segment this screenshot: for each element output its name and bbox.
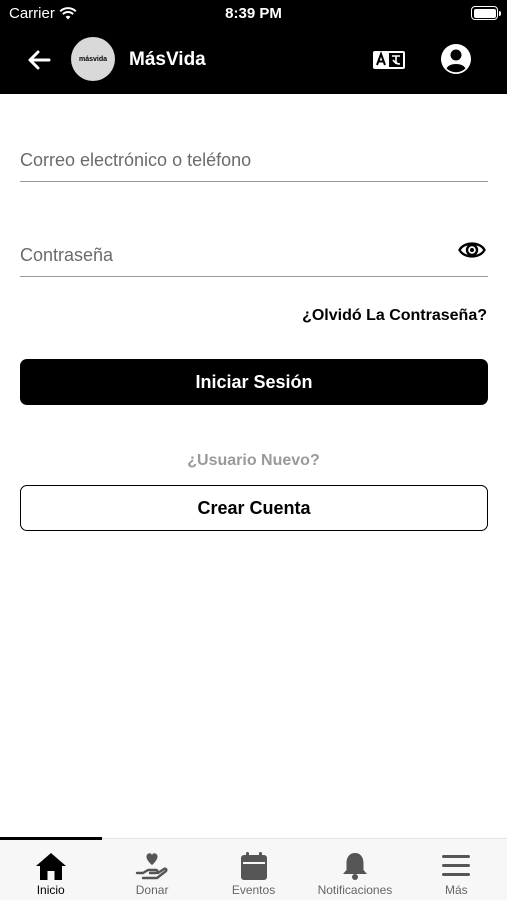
translate-icon — [373, 51, 405, 69]
tab-donar[interactable]: Donar — [101, 839, 202, 900]
back-button[interactable] — [24, 46, 54, 74]
translate-button[interactable] — [372, 48, 406, 72]
forgot-password-link[interactable]: ¿Olvidó La Contraseña? — [302, 307, 487, 325]
account-button[interactable] — [440, 43, 472, 75]
tab-eventos[interactable]: Eventos — [203, 839, 304, 900]
login-button[interactable]: Iniciar Sesión — [20, 359, 488, 405]
tab-label: Donar — [135, 883, 169, 897]
tab-label: Notificaciones — [317, 883, 393, 897]
new-user-label: ¿Usuario Nuevo? — [187, 452, 320, 469]
tab-inicio[interactable]: Inicio — [0, 839, 101, 900]
account-icon — [441, 44, 471, 74]
battery-icon — [471, 6, 501, 20]
app-logo: másvida — [71, 37, 115, 81]
back-arrow-icon — [28, 50, 51, 70]
password-field — [20, 229, 488, 277]
tab-bar: Inicio Donar Eventos Notificaciones Más — [0, 837, 507, 900]
email-input[interactable] — [20, 150, 450, 171]
active-tab-indicator — [0, 837, 102, 840]
tab-label: Más — [444, 883, 468, 897]
page-title: MásVida — [129, 49, 206, 70]
nav-bar: másvida MásVida — [0, 36, 507, 84]
bell-icon — [342, 853, 367, 880]
show-password-button[interactable] — [458, 236, 486, 264]
email-field — [20, 134, 488, 182]
home-icon — [35, 853, 66, 880]
eye-icon — [458, 242, 486, 258]
tab-mas[interactable]: Más — [406, 839, 507, 900]
status-time: 8:39 PM — [225, 5, 282, 22]
tab-label: Inicio — [36, 883, 65, 897]
tab-label: Eventos — [231, 883, 276, 897]
calendar-icon — [240, 852, 267, 880]
top-bar: Carrier 8:39 PM másvida MásVida — [0, 0, 507, 94]
menu-icon — [442, 855, 471, 876]
status-bar: Carrier 8:39 PM — [0, 0, 507, 28]
logo-text: másvida — [78, 55, 108, 63]
tab-notificaciones[interactable]: Notificaciones — [304, 839, 405, 900]
donate-icon — [135, 853, 168, 880]
create-account-button[interactable]: Crear Cuenta — [20, 485, 488, 531]
password-input[interactable] — [20, 245, 450, 266]
